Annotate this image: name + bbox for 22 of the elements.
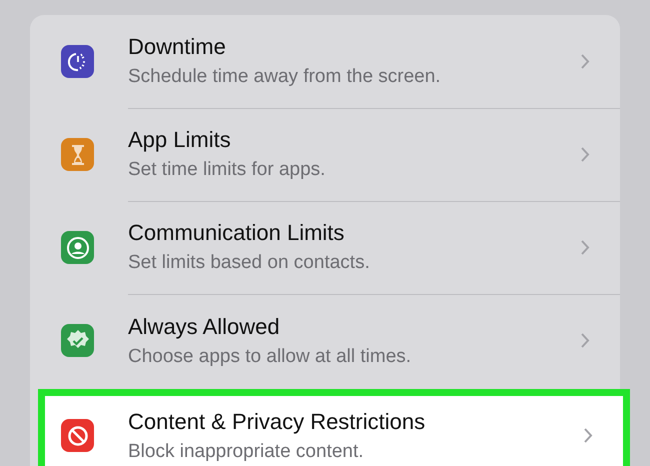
person-circle-icon: [66, 236, 90, 260]
settings-row[interactable]: Communication Limits Set limits based on contacts.: [30, 201, 620, 294]
settings-row[interactable]: App Limits Set time limits for apps.: [30, 108, 620, 201]
row-title: Always Allowed: [128, 314, 281, 340]
row-title: Communication Limits: [128, 220, 346, 246]
row-subtitle: Set time limits for apps.: [128, 159, 326, 181]
highlighted-settings-row[interactable]: Content & Privacy Restrictions Block inappropriate content.: [38, 389, 630, 466]
row-subtitle: Set limits based on contacts.: [128, 252, 371, 274]
row-title: App Limits: [128, 127, 232, 153]
chevron-right-icon: [580, 146, 590, 162]
row-title: Content & Privacy Restrictions: [128, 408, 426, 434]
chevron-right-icon: [580, 52, 590, 70]
chevron-right-icon: [580, 332, 590, 349]
row-subtitle: Block inappropriate content.: [128, 440, 365, 462]
row-subtitle: Choose apps to allow at all times.: [128, 346, 412, 368]
chevron-right-icon: [583, 427, 593, 444]
settings-row[interactable]: Always Allowed Choose apps to allow at all times.: [30, 294, 620, 387]
prohibited-icon: [66, 424, 88, 446]
settings-row[interactable]: Downtime Schedule time away from the screen.: [30, 15, 620, 108]
chevron-right-icon: [580, 238, 590, 256]
row-subtitle: Schedule time away from the screen.: [128, 66, 442, 88]
row-title: Downtime: [128, 34, 227, 60]
